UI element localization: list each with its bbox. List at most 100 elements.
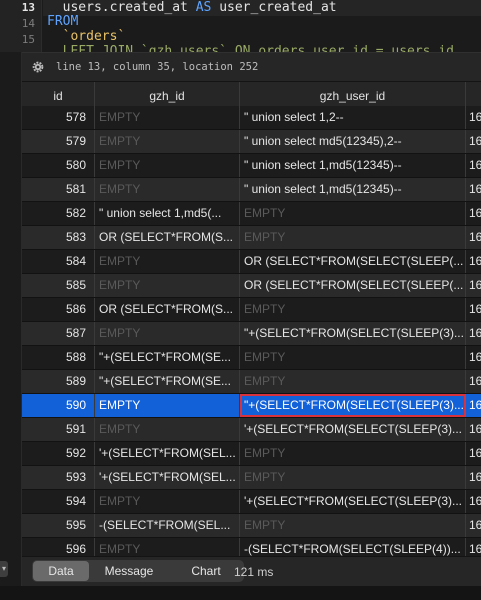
cell-gzh-user-id[interactable]: " union select 1,md5(12345)-- [240, 178, 466, 201]
cell-next-column[interactable]: 16 [466, 226, 481, 249]
table-row[interactable]: 595 -(SELECT*FROM(SEL... EMPTY 16 [22, 514, 481, 538]
cell-next-column[interactable]: 16 [466, 538, 481, 556]
cell-gzh-id[interactable]: " union select 1,md5(... [95, 202, 240, 225]
cell-gzh-id[interactable]: EMPTY [95, 418, 240, 441]
cell-gzh-user-id[interactable]: EMPTY [240, 514, 466, 537]
table-row[interactable]: 591 EMPTY '+(SELECT*FROM(SELECT(SLEEP(3)..… [22, 418, 481, 442]
cell-gzh-id[interactable]: EMPTY [95, 274, 240, 297]
cell-id[interactable]: 593 [22, 466, 95, 489]
cell-next-column[interactable]: 16 [466, 394, 481, 417]
table-row[interactable]: 581 EMPTY " union select 1,md5(12345)-- 16 [22, 178, 481, 202]
cell-id[interactable]: 587 [22, 322, 95, 345]
cell-id[interactable]: 594 [22, 490, 95, 513]
cell-next-column[interactable]: 16 [466, 154, 481, 177]
cell-gzh-id[interactable]: EMPTY [95, 538, 240, 556]
cell-id[interactable]: 592 [22, 442, 95, 465]
cell-next-column[interactable]: 16 [466, 490, 481, 513]
cell-gzh-id[interactable]: EMPTY [95, 394, 240, 417]
table-row[interactable]: 588 "+(SELECT*FROM(SE... EMPTY 16 [22, 346, 481, 370]
table-row[interactable]: 585 EMPTY OR (SELECT*FROM(SELECT(SLEEP(..… [22, 274, 481, 298]
cell-next-column[interactable]: 16 [466, 178, 481, 201]
cell-gzh-user-id[interactable]: EMPTY [240, 370, 466, 393]
cell-gzh-user-id[interactable]: -(SELECT*FROM(SELECT(SLEEP(4))... [240, 538, 466, 556]
cell-next-column[interactable]: 16 [466, 130, 481, 153]
cell-id[interactable]: 580 [22, 154, 95, 177]
tab-data[interactable]: Data [33, 561, 89, 581]
cell-id[interactable]: 578 [22, 106, 95, 129]
table-row[interactable]: 594 EMPTY '+(SELECT*FROM(SELECT(SLEEP(3)..… [22, 490, 481, 514]
table-row[interactable]: 579 EMPTY " union select md5(12345),2-- 16 [22, 130, 481, 154]
cell-next-column[interactable]: 16 [466, 442, 481, 465]
cell-gzh-id[interactable]: -(SELECT*FROM(SEL... [95, 514, 240, 537]
table-row[interactable]: 583 OR (SELECT*FROM(S... EMPTY 16 [22, 226, 481, 250]
cell-gzh-id[interactable]: EMPTY [95, 106, 240, 129]
cell-next-column[interactable]: 16 [466, 298, 481, 321]
table-row[interactable]: 596 EMPTY -(SELECT*FROM(SELECT(SLEEP(4))..… [22, 538, 481, 556]
table-row[interactable]: 587 EMPTY "+(SELECT*FROM(SELECT(SLEEP(3)..… [22, 322, 481, 346]
cell-gzh-user-id[interactable]: OR (SELECT*FROM(SELECT(SLEEP(... [240, 250, 466, 273]
cell-next-column[interactable]: 16 [466, 418, 481, 441]
cell-gzh-user-id[interactable]: OR (SELECT*FROM(SELECT(SLEEP(... [240, 274, 466, 297]
cell-gzh-id[interactable]: '+(SELECT*FROM(SEL... [95, 466, 240, 489]
cell-gzh-id[interactable]: EMPTY [95, 490, 240, 513]
table-row[interactable]: 593 '+(SELECT*FROM(SEL... EMPTY 16 [22, 466, 481, 490]
gear-icon[interactable] [31, 60, 45, 74]
cell-id[interactable]: 591 [22, 418, 95, 441]
cell-gzh-user-id[interactable]: "+(SELECT*FROM(SELECT(SLEEP(3)... [240, 322, 466, 345]
table-row[interactable]: 584 EMPTY OR (SELECT*FROM(SELECT(SLEEP(..… [22, 250, 481, 274]
cell-gzh-id[interactable]: OR (SELECT*FROM(S... [95, 298, 240, 321]
cell-next-column[interactable]: 16 [466, 322, 481, 345]
cell-id[interactable]: 585 [22, 274, 95, 297]
cell-id[interactable]: 581 [22, 178, 95, 201]
cell-next-column[interactable]: 16 [466, 514, 481, 537]
cell-next-column[interactable]: 16 [466, 370, 481, 393]
results-grid[interactable]: id gzh_id gzh_user_id 578 EMPTY " union se… [22, 82, 481, 556]
cell-id[interactable]: 588 [22, 346, 95, 369]
cell-gzh-id[interactable]: EMPTY [95, 322, 240, 345]
cell-gzh-user-id[interactable]: EMPTY [240, 442, 466, 465]
cell-gzh-user-id[interactable]: " union select md5(12345),2-- [240, 130, 466, 153]
cell-next-column[interactable]: 16 [466, 250, 481, 273]
chevron-down-icon[interactable]: ▾ [0, 561, 8, 577]
cell-next-column[interactable]: 16 [466, 346, 481, 369]
cell-gzh-user-id[interactable]: '+(SELECT*FROM(SELECT(SLEEP(3)... [240, 490, 466, 513]
cell-id[interactable]: 590 [22, 394, 95, 417]
table-row[interactable]: 582 " union select 1,md5(... EMPTY 16 [22, 202, 481, 226]
cell-gzh-id[interactable]: EMPTY [95, 130, 240, 153]
cell-gzh-user-id[interactable]: EMPTY [240, 202, 466, 225]
tab-message[interactable]: Message [91, 561, 167, 581]
cell-gzh-id[interactable]: '+(SELECT*FROM(SEL... [95, 442, 240, 465]
cell-next-column[interactable]: 16 [466, 274, 481, 297]
sql-editor[interactable]: 13 14 15 users.created_at AS user_create… [0, 0, 481, 52]
cell-id[interactable]: 586 [22, 298, 95, 321]
cell-id[interactable]: 584 [22, 250, 95, 273]
cell-id[interactable]: 595 [22, 514, 95, 537]
table-row[interactable]: 586 OR (SELECT*FROM(S... EMPTY 16 [22, 298, 481, 322]
cell-next-column[interactable]: 16 [466, 106, 481, 129]
cell-id[interactable]: 583 [22, 226, 95, 249]
table-row[interactable]: 589 "+(SELECT*FROM(SE... EMPTY 16 [22, 370, 481, 394]
cell-gzh-id[interactable]: EMPTY [95, 178, 240, 201]
cell-gzh-id[interactable]: EMPTY [95, 250, 240, 273]
cell-next-column[interactable]: 16 [466, 466, 481, 489]
cell-gzh-user-id[interactable]: EMPTY [240, 226, 466, 249]
cell-gzh-user-id[interactable]: '+(SELECT*FROM(SELECT(SLEEP(3)... [240, 418, 466, 441]
cell-id[interactable]: 582 [22, 202, 95, 225]
cell-gzh-user-id[interactable]: EMPTY [240, 346, 466, 369]
cell-gzh-id[interactable]: "+(SELECT*FROM(SE... [95, 346, 240, 369]
cell-gzh-user-id[interactable]: "+(SELECT*FROM(SELECT(SLEEP(3)... [240, 394, 466, 417]
table-row[interactable]: 580 EMPTY " union select 1,md5(12345)-- 16 [22, 154, 481, 178]
cell-id[interactable]: 579 [22, 130, 95, 153]
tab-chart[interactable]: Chart [169, 561, 243, 581]
cell-gzh-id[interactable]: OR (SELECT*FROM(S... [95, 226, 240, 249]
cell-id[interactable]: 589 [22, 370, 95, 393]
cell-gzh-id[interactable]: "+(SELECT*FROM(SE... [95, 370, 240, 393]
cell-gzh-user-id[interactable]: EMPTY [240, 466, 466, 489]
cell-gzh-user-id[interactable]: " union select 1,md5(12345)-- [240, 154, 466, 177]
cell-gzh-user-id[interactable]: " union select 1,2-- [240, 106, 466, 129]
cell-gzh-user-id[interactable]: EMPTY [240, 298, 466, 321]
table-row[interactable]: 578 EMPTY " union select 1,2-- 16 [22, 106, 481, 130]
table-row-selected[interactable]: 590 EMPTY "+(SELECT*FROM(SELECT(SLEEP(3)..… [22, 394, 481, 418]
cell-next-column[interactable]: 16 [466, 202, 481, 225]
table-row[interactable]: 592 '+(SELECT*FROM(SEL... EMPTY 16 [22, 442, 481, 466]
